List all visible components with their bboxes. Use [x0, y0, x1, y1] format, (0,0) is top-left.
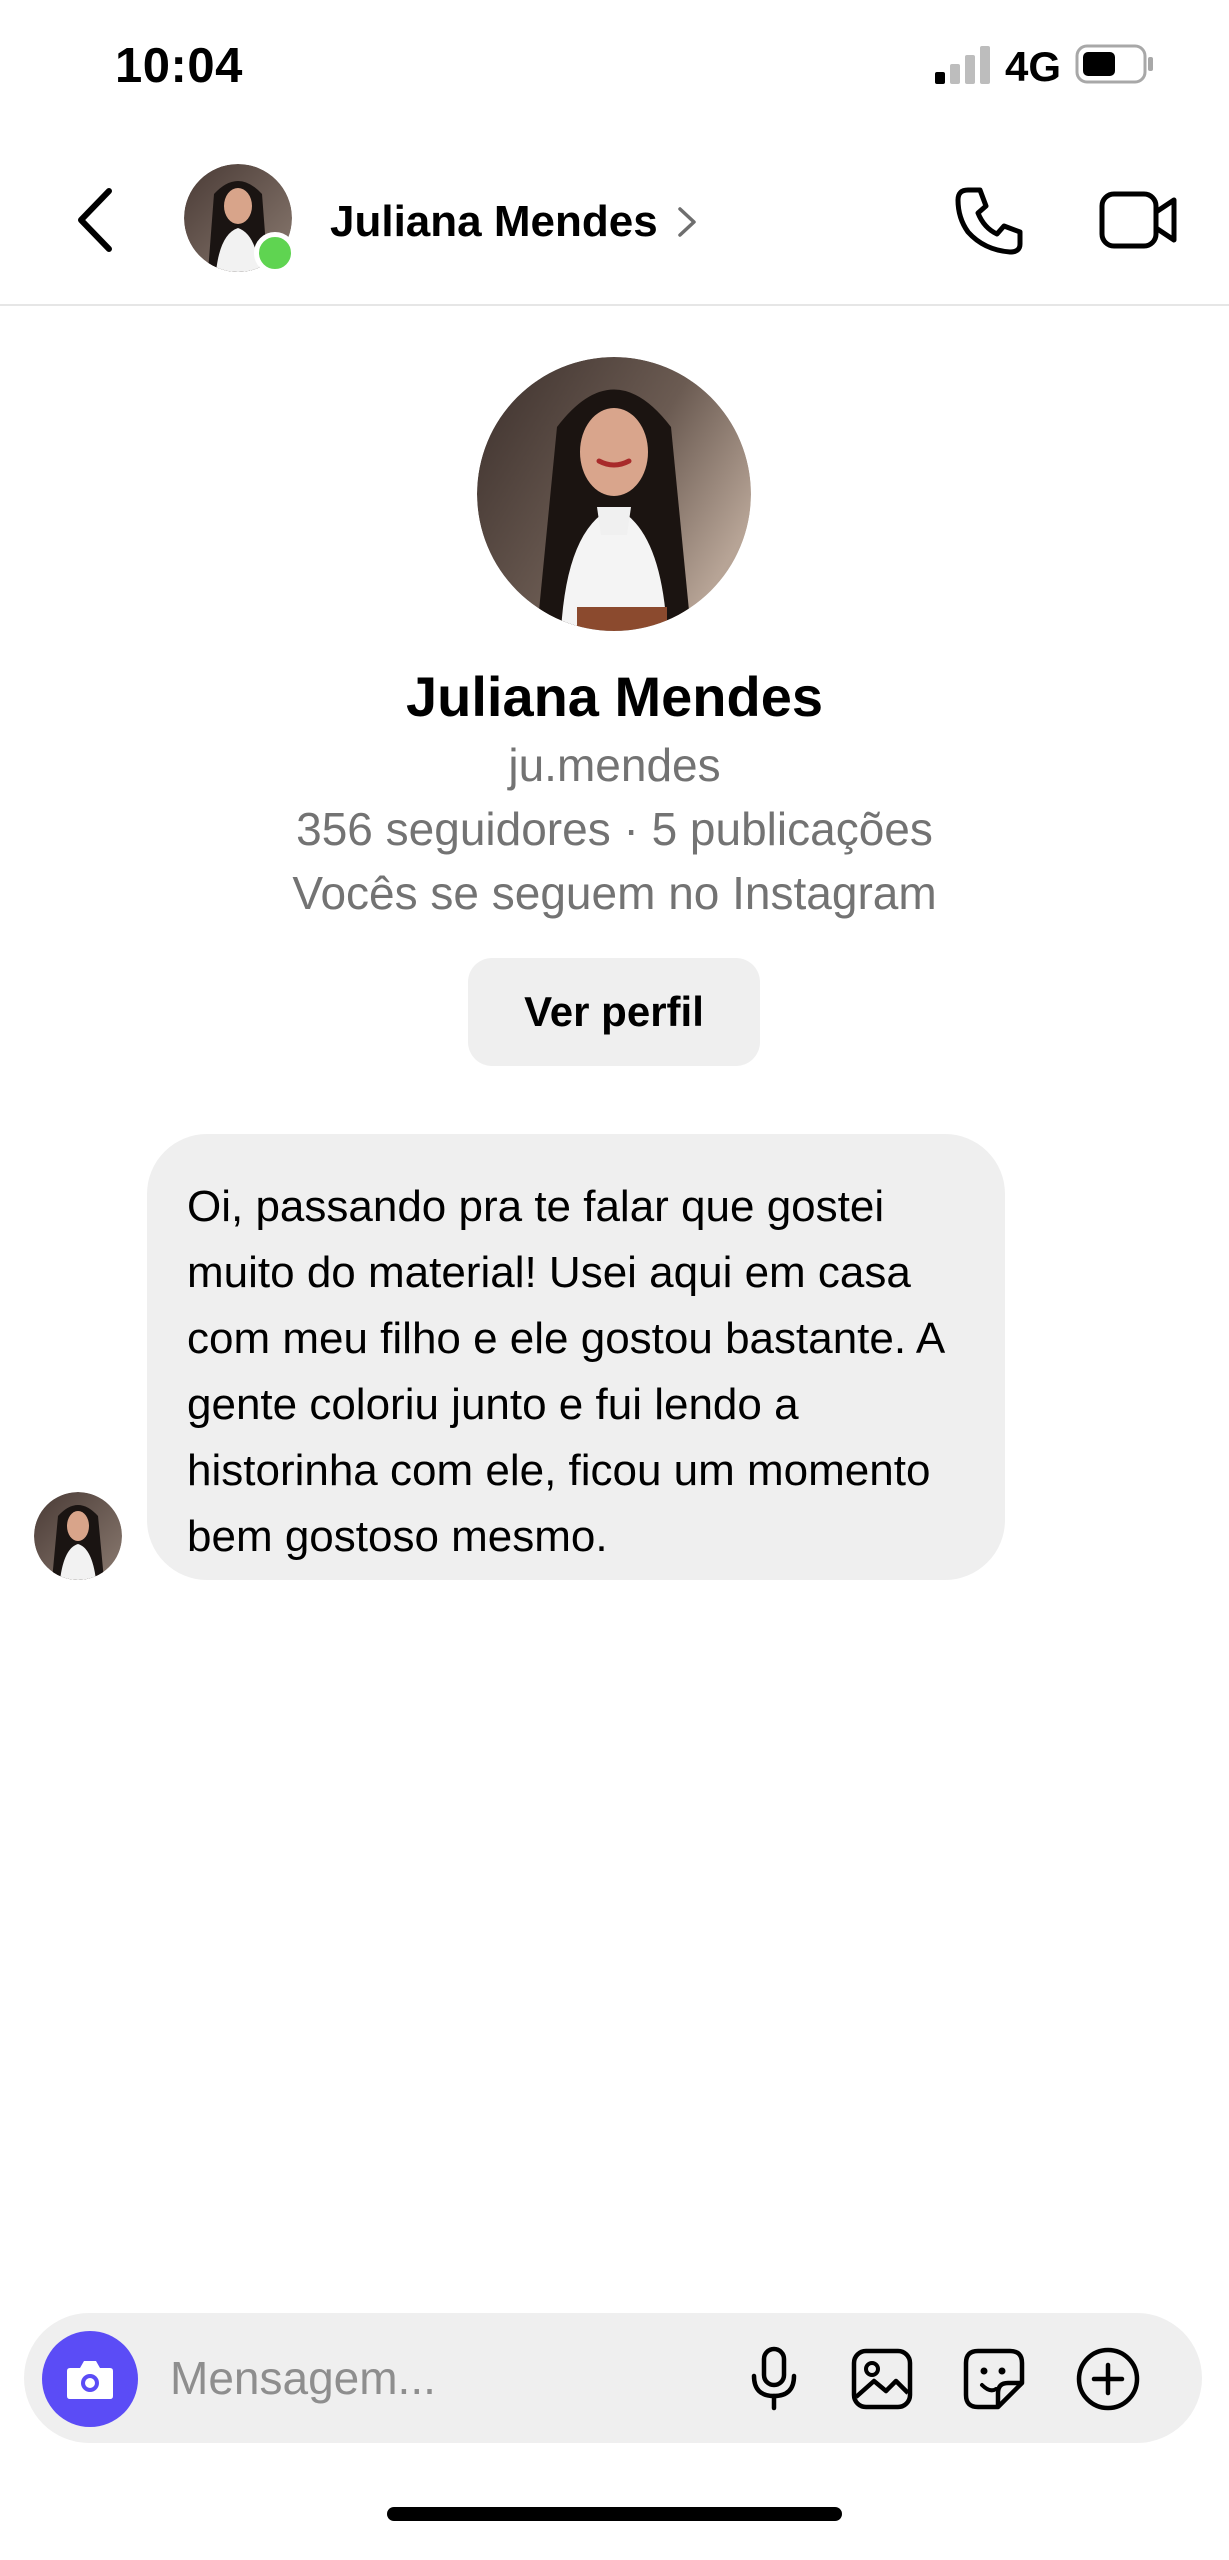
- more-options-button[interactable]: [1072, 2343, 1144, 2415]
- profile-stats: 356 seguidores · 5 publicações: [296, 803, 933, 855]
- gallery-button[interactable]: [846, 2343, 918, 2415]
- video-call-button[interactable]: [1098, 180, 1180, 260]
- chat-screen: 10:04 4G Juliana Mendes Juliana Mendes j…: [0, 0, 1229, 2560]
- voice-call-button[interactable]: [950, 180, 1030, 260]
- camera-button[interactable]: [42, 2331, 138, 2427]
- image-icon: [851, 2348, 913, 2410]
- video-camera-icon: [1099, 191, 1177, 249]
- chevron-right-icon: [677, 207, 696, 237]
- voice-message-button[interactable]: [738, 2343, 810, 2415]
- profile-username: ju.mendes: [508, 739, 721, 791]
- phone-icon: [955, 187, 1023, 255]
- back-button[interactable]: [60, 180, 130, 260]
- status-bar: 10:04 4G: [0, 0, 1229, 140]
- message-text: Oi, passando pra te falar que gostei mui…: [187, 1182, 943, 1561]
- online-status-dot: [254, 232, 296, 274]
- view-profile-button[interactable]: Ver perfil: [468, 958, 760, 1066]
- mutual-follow-note: Vocês se seguem no Instagram: [292, 867, 937, 919]
- signal-icon: [935, 46, 990, 84]
- network-label: 4G: [1005, 43, 1062, 90]
- profile-avatar[interactable]: [477, 357, 751, 631]
- message-bubble[interactable]: Oi, passando pra te falar que gostei mui…: [147, 1134, 1005, 1580]
- sticker-button[interactable]: [958, 2343, 1030, 2415]
- plus-circle-icon: [1076, 2347, 1140, 2411]
- message-input[interactable]: [170, 2343, 730, 2413]
- message-sender-avatar[interactable]: [34, 1492, 122, 1580]
- chat-header: Juliana Mendes: [0, 140, 1229, 306]
- message-composer: [24, 2313, 1202, 2443]
- header-contact-name: Juliana Mendes: [330, 197, 658, 246]
- microphone-icon: [751, 2346, 797, 2411]
- profile-name: Juliana Mendes: [405, 665, 824, 728]
- battery-icon: [1075, 44, 1153, 84]
- back-icon: [78, 188, 112, 252]
- sticker-icon: [963, 2348, 1025, 2410]
- status-time: 10:04: [115, 39, 243, 93]
- camera-icon: [67, 2361, 113, 2399]
- contact-name-link[interactable]: Juliana Mendes: [330, 192, 698, 252]
- home-indicator[interactable]: [387, 2507, 842, 2521]
